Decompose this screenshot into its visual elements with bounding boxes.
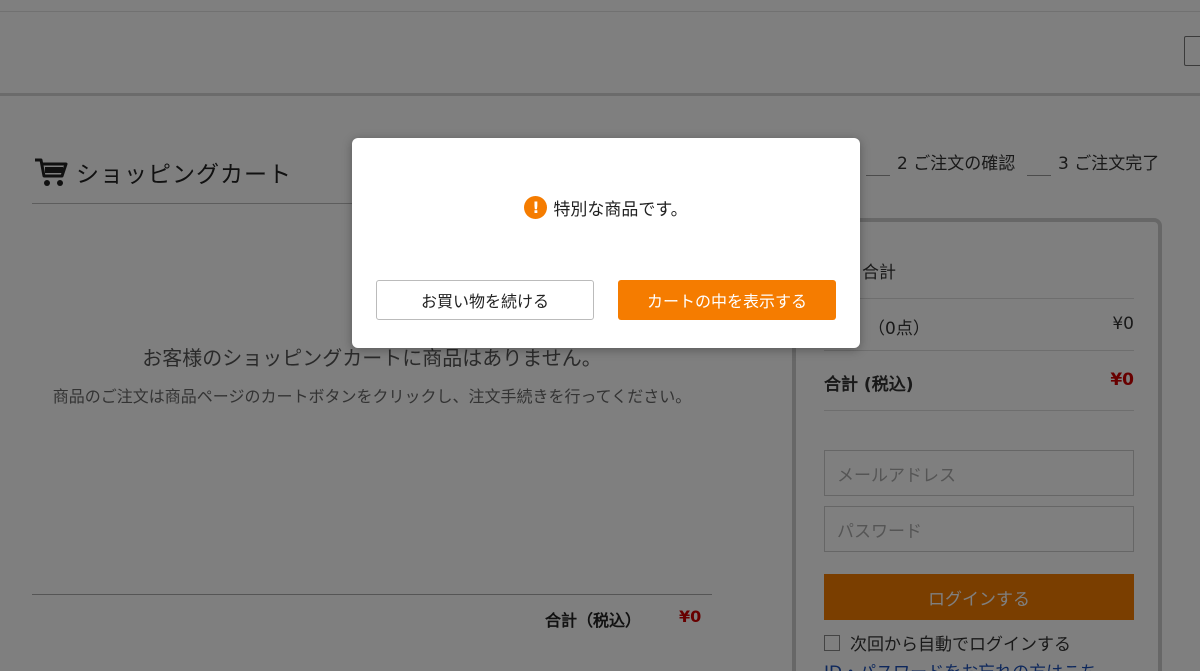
dialog-message-text: 特別な商品です。 — [553, 200, 688, 220]
exclamation-icon: ! — [524, 196, 548, 219]
continue-shopping-button[interactable]: お買い物を続ける — [376, 280, 594, 320]
dialog-message: ! 特別な商品です。 — [352, 195, 860, 220]
view-cart-button[interactable]: カートの中を表示する — [618, 280, 836, 320]
special-item-dialog: ! 特別な商品です。 お買い物を続ける カートの中を表示する — [352, 138, 860, 348]
